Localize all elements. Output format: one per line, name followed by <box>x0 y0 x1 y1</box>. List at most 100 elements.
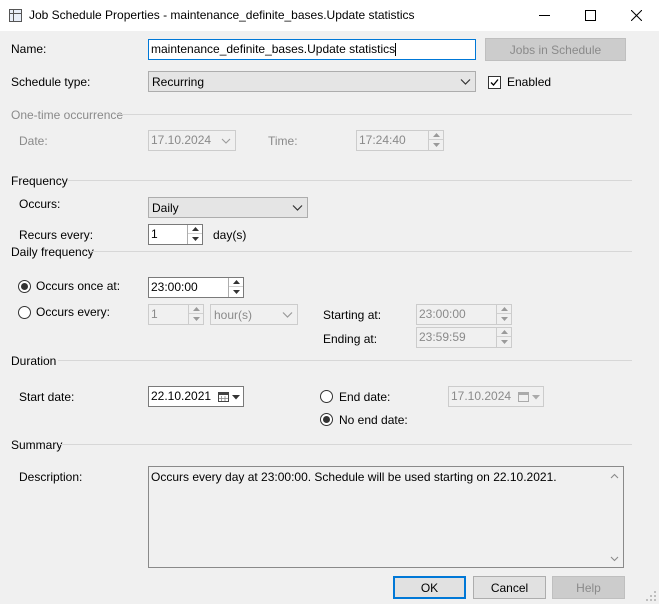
ending-at-input[interactable]: 23:59:59 <box>416 327 512 348</box>
minimize-icon <box>538 15 550 16</box>
start-date-picker[interactable]: 22.10.2021 <box>148 386 244 407</box>
help-button[interactable]: Help <box>552 576 625 599</box>
spin-down-button[interactable] <box>189 314 203 323</box>
occurs-label: Occurs: <box>19 197 61 211</box>
description-value: Occurs every day at 23:00:00. Schedule w… <box>151 470 557 484</box>
occurs-once-time-value: 23:00:00 <box>151 280 198 294</box>
schedule-table-icon <box>9 9 22 22</box>
spin-up-button[interactable] <box>497 328 511 337</box>
arrow-up-icon <box>191 227 199 231</box>
spin-down-button[interactable] <box>188 234 202 243</box>
start-date-label: Start date: <box>19 390 75 404</box>
occurs-every-radio[interactable] <box>18 306 31 319</box>
name-value: maintenance_definite_bases.Update statis… <box>151 42 396 56</box>
scroll-up-icon[interactable] <box>610 473 619 479</box>
enabled-checkbox[interactable] <box>488 76 501 89</box>
arrow-down-icon <box>192 316 200 321</box>
maximize-icon <box>584 10 596 21</box>
close-button[interactable] <box>613 0 659 31</box>
no-end-date-label: No end date: <box>339 413 408 427</box>
every-unit-dropdown[interactable]: hour(s) <box>210 304 298 325</box>
summary-header: Summary <box>11 438 63 452</box>
spin-up-button[interactable] <box>189 305 203 314</box>
date-label: Date: <box>19 134 48 148</box>
arrow-down-icon <box>232 289 240 294</box>
time-spinner[interactable] <box>428 131 443 150</box>
time-label: Time: <box>268 134 298 148</box>
arrow-down-icon <box>191 236 199 241</box>
description-textarea[interactable]: Occurs every day at 23:00:00. Schedule w… <box>148 466 624 568</box>
spin-up-button[interactable] <box>188 225 202 234</box>
calendar-icon <box>218 392 229 402</box>
spin-up-button[interactable] <box>229 278 243 287</box>
summary-divider <box>59 444 632 445</box>
chevron-down-icon <box>282 312 293 318</box>
recurs-every-input[interactable]: 1 <box>148 224 203 245</box>
starting-spinner[interactable] <box>496 305 511 324</box>
spin-down-button[interactable] <box>429 140 443 149</box>
chevron-down-icon <box>221 138 231 144</box>
arrow-up-icon <box>432 133 440 137</box>
duration-header: Duration <box>11 354 57 368</box>
occurs-every-value: 1 <box>151 307 158 321</box>
one-time-divider <box>114 114 632 115</box>
arrow-down-icon <box>232 395 240 400</box>
arrow-down-icon <box>532 395 540 400</box>
ending-spinner[interactable] <box>496 328 511 347</box>
starting-at-input[interactable]: 23:00:00 <box>416 304 512 325</box>
arrow-down-icon <box>500 316 508 321</box>
occurs-once-radio[interactable] <box>18 280 31 293</box>
recurs-every-label: Recurs every: <box>19 228 94 242</box>
jobs-in-schedule-button[interactable]: Jobs in Schedule <box>485 38 626 61</box>
one-time-time-input[interactable]: 17:24:40 <box>356 130 444 151</box>
spin-down-button[interactable] <box>497 314 511 323</box>
daily-frequency-divider <box>90 251 632 252</box>
one-time-date-value: 17.10.2024 <box>151 133 212 147</box>
arrow-up-icon <box>500 330 508 334</box>
name-input[interactable]: maintenance_definite_bases.Update statis… <box>148 39 476 60</box>
resize-grip-icon[interactable] <box>645 590 657 602</box>
end-date-picker[interactable]: 17.10.2024 <box>448 386 544 407</box>
arrow-up-icon <box>232 280 240 284</box>
daily-frequency-header: Daily frequency <box>11 245 94 259</box>
chevron-down-icon <box>292 205 303 211</box>
occurs-every-input[interactable]: 1 <box>148 304 204 325</box>
arrow-down-icon <box>500 339 508 344</box>
spin-down-button[interactable] <box>497 337 511 346</box>
description-label: Description: <box>19 470 83 484</box>
no-end-date-radio[interactable] <box>320 413 333 426</box>
enabled-label: Enabled <box>507 75 552 89</box>
one-time-date-picker[interactable]: 17.10.2024 <box>148 130 236 151</box>
title-bar: Job Schedule Properties - maintenance_de… <box>0 0 659 31</box>
arrow-down-icon <box>432 142 440 147</box>
recurs-spinner[interactable] <box>187 225 202 244</box>
minimize-button[interactable] <box>521 0 567 31</box>
maximize-button[interactable] <box>567 0 613 31</box>
one-time-time-value: 17:24:40 <box>359 133 406 147</box>
spin-down-button[interactable] <box>229 287 243 296</box>
occurs-dropdown[interactable]: Daily <box>148 197 308 218</box>
scroll-down-icon[interactable] <box>610 556 619 562</box>
end-date-radio[interactable] <box>320 390 333 403</box>
occurs-every-label: Occurs every: <box>36 305 111 319</box>
occurs-once-label: Occurs once at: <box>36 279 121 293</box>
end-date-value: 17.10.2024 <box>451 389 512 403</box>
cancel-button[interactable]: Cancel <box>473 576 546 599</box>
ok-button[interactable]: OK <box>393 576 466 599</box>
name-label: Name: <box>11 42 47 56</box>
spin-up-button[interactable] <box>429 131 443 140</box>
window-title: Job Schedule Properties - maintenance_de… <box>29 8 415 22</box>
arrow-up-icon <box>500 307 508 311</box>
every-spinner[interactable] <box>188 305 203 324</box>
spin-up-button[interactable] <box>497 305 511 314</box>
close-icon <box>630 10 642 21</box>
schedule-type-dropdown[interactable]: Recurring <box>148 71 476 92</box>
once-time-spinner[interactable] <box>228 278 243 297</box>
one-time-header: One-time occurrence <box>11 108 124 122</box>
end-date-label: End date: <box>339 390 391 404</box>
description-scrollbar[interactable] <box>606 467 623 567</box>
occurs-once-time-input[interactable]: 23:00:00 <box>148 277 244 298</box>
chevron-down-icon <box>460 79 471 85</box>
schedule-type-label: Schedule type: <box>11 75 91 89</box>
recurs-unit-label: day(s) <box>213 228 247 242</box>
